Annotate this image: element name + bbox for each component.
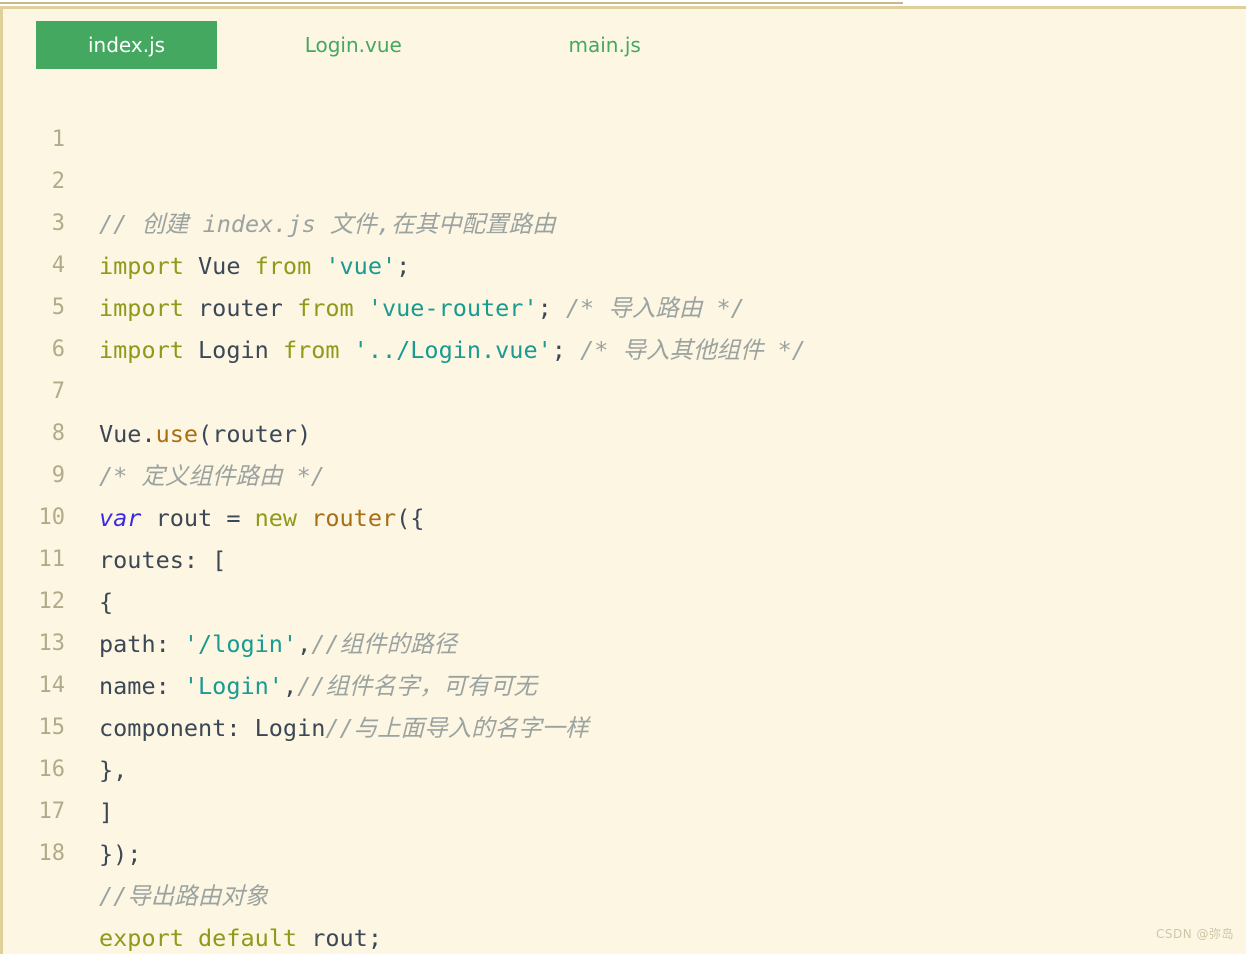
tab-login-vue[interactable]: Login.vue [305, 27, 402, 55]
top-window-notch [903, 0, 921, 4]
code-line: 18 export default rout; [3, 791, 1246, 952]
code-line: 6 Vue.use(router) [3, 287, 1246, 448]
code-line: 9 routes: [ [3, 413, 1246, 574]
code-editor-body[interactable]: 1 // 创建 index.js 文件,在其中配置路由 2 import Vue… [3, 77, 1246, 952]
tab-index-js[interactable]: index.js [36, 21, 218, 69]
code-line: 4 import Login from '../Login.vue'; /* 导… [3, 203, 1246, 364]
code-line: 10 { [3, 455, 1246, 616]
code-snippet-card: index.js Login.vue main.js 1 // 创建 index… [0, 6, 1246, 954]
code-line: 14 }, [3, 623, 1246, 784]
code-line: 1 // 创建 index.js 文件,在其中配置路由 [3, 77, 1246, 238]
line-content: export default rout; [99, 917, 1246, 954]
code-line: 13 component: Login//与上面导入的名字一样 [3, 581, 1246, 742]
tab-main-js[interactable]: main.js [568, 27, 640, 55]
top-window-rule [0, 2, 903, 4]
code-line: 11 path: '/login',//组件的路径 [3, 497, 1246, 658]
code-line: 16 }); [3, 707, 1246, 868]
code-line: 8 var rout = new router({ [3, 371, 1246, 532]
token-identifier: rout; [297, 924, 382, 952]
csdn-watermark: CSDN @弥岛 [1155, 927, 1234, 941]
code-line: 15 ] [3, 665, 1246, 826]
line-number: 18 [38, 841, 66, 866]
code-line: 12 name: 'Login',//组件名字，可有可无 [3, 539, 1246, 700]
code-line: 17 //导出路由对象 [3, 749, 1246, 910]
code-line: 3 import router from 'vue-router'; /* 导入… [3, 161, 1246, 322]
code-line: 2 import Vue from 'vue'; [3, 119, 1246, 280]
code-line: 7 /* 定义组件路由 */ [3, 329, 1246, 490]
code-line: 5 [3, 245, 1246, 320]
file-tab-bar: index.js Login.vue main.js [3, 9, 1246, 77]
token-keyword: export default [99, 924, 298, 952]
